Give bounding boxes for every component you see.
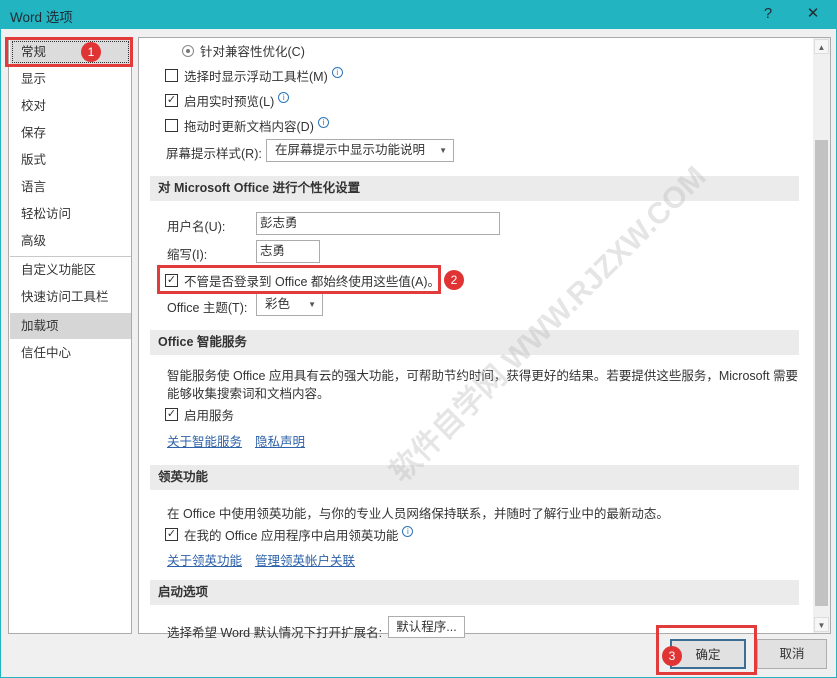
info-icon: i: [402, 526, 414, 537]
sidebar-item-quick-access-toolbar[interactable]: 快速访问工具栏: [10, 284, 131, 310]
theme-select[interactable]: 彩色 ▼: [256, 293, 323, 316]
enable-services-checkbox[interactable]: ✓ 启用服务: [165, 405, 234, 424]
sidebar-item-proofing[interactable]: 校对: [10, 93, 131, 119]
sidebar-item-display[interactable]: 显示: [10, 66, 131, 92]
scroll-up-icon[interactable]: ▲: [814, 39, 829, 54]
mini-toolbar-label: 选择时显示浮动工具栏(M): [184, 70, 328, 84]
chevron-down-icon: ▼: [439, 146, 447, 155]
startup-header: 启动选项: [150, 580, 799, 605]
annotation-box-1: [5, 37, 133, 67]
sidebar-item-trust-center[interactable]: 信任中心: [10, 340, 131, 366]
enable-linkedin-label: 在我的 Office 应用程序中启用领英功能: [184, 529, 399, 543]
checkbox-icon[interactable]: [165, 69, 178, 82]
live-preview-label: 启用实时预览(L): [184, 95, 275, 109]
annotation-badge-1: 1: [81, 42, 101, 62]
annotation-badge-3: 3: [662, 646, 682, 666]
about-intelligent-services-link[interactable]: 关于智能服务: [167, 431, 242, 450]
checkbox-checked-icon[interactable]: ✓: [165, 408, 178, 421]
window-title: Word 选项: [10, 10, 73, 25]
extensions-label: 选择希望 Word 默认情况下打开扩展名:: [167, 626, 383, 640]
initials-label: 缩写(I):: [167, 248, 208, 262]
sidebar-item-advanced[interactable]: 高级: [10, 228, 131, 254]
checkbox-checked-icon[interactable]: ✓: [165, 528, 178, 541]
screentip-value: 在屏幕提示中显示功能说明: [275, 143, 426, 157]
annotation-badge-2: 2: [444, 270, 464, 290]
scroll-down-icon[interactable]: ▼: [814, 617, 829, 632]
linkedin-description: 在 Office 中使用领英功能，与你的专业人员网络保持联系，并随时了解行业中的…: [167, 507, 669, 521]
personalize-header: 对 Microsoft Office 进行个性化设置: [150, 176, 799, 201]
sidebar: 常规 显示 校对 保存 版式 语言 轻松访问 高级 自定义功能区 快速访问工具栏…: [8, 37, 132, 634]
username-label: 用户名(U):: [167, 220, 226, 234]
screentip-select[interactable]: 在屏幕提示中显示功能说明 ▼: [266, 139, 454, 162]
privacy-statement-link[interactable]: 隐私声明: [255, 431, 305, 450]
chevron-down-icon: ▼: [308, 300, 316, 309]
username-input[interactable]: 彭志勇: [256, 212, 500, 235]
checkbox-icon[interactable]: [165, 119, 178, 132]
theme-label: Office 主题(T):: [167, 301, 248, 315]
manage-linkedin-link[interactable]: 管理领英帐户关联: [255, 550, 355, 569]
checkbox-checked-icon[interactable]: ✓: [165, 94, 178, 107]
intelligent-description: 智能服务使 Office 应用具有云的强大功能，可帮助节约时间，获得更好的结果。…: [167, 369, 799, 401]
enable-services-label: 启用服务: [184, 409, 235, 423]
enable-linkedin-checkbox[interactable]: ✓ 在我的 Office 应用程序中启用领英功能 i: [165, 525, 414, 544]
intelligent-services-header: Office 智能服务: [150, 330, 799, 355]
initials-input[interactable]: 志勇: [256, 240, 320, 263]
info-icon: i: [278, 92, 290, 103]
sidebar-item-language[interactable]: 语言: [10, 174, 131, 200]
help-button[interactable]: ?: [756, 3, 780, 25]
live-preview-checkbox[interactable]: ✓ 启用实时预览(L) i: [165, 91, 290, 110]
update-drag-label: 拖动时更新文档内容(D): [184, 120, 314, 134]
compat-radio-label: 针对兼容性优化(C): [200, 45, 305, 59]
compat-radio-row[interactable]: 针对兼容性优化(C): [182, 41, 305, 60]
cancel-button[interactable]: 取消: [757, 639, 827, 669]
sidebar-item-save[interactable]: 保存: [10, 120, 131, 146]
sidebar-item-addins[interactable]: 加载项: [10, 313, 131, 339]
sidebar-item-customize-ribbon[interactable]: 自定义功能区: [10, 257, 131, 283]
scrollbar-thumb[interactable]: [815, 140, 828, 606]
radio-icon[interactable]: [182, 44, 194, 57]
sidebar-item-typography[interactable]: 版式: [10, 147, 131, 173]
mini-toolbar-checkbox[interactable]: 选择时显示浮动工具栏(M) i: [165, 66, 343, 85]
default-programs-button[interactable]: 默认程序...: [388, 616, 465, 638]
linkedin-header: 领英功能: [150, 465, 799, 490]
info-icon: i: [331, 67, 343, 78]
update-drag-checkbox[interactable]: 拖动时更新文档内容(D) i: [165, 116, 329, 135]
info-icon: i: [317, 117, 329, 128]
about-linkedin-link[interactable]: 关于领英功能: [167, 550, 242, 569]
close-button[interactable]: ✕: [801, 3, 825, 25]
sidebar-item-accessibility[interactable]: 轻松访问: [10, 201, 131, 227]
screentip-label: 屏幕提示样式(R):: [166, 147, 262, 161]
theme-value: 彩色: [265, 297, 291, 311]
annotation-box-2: [157, 265, 441, 294]
title-bar: [0, 0, 837, 29]
